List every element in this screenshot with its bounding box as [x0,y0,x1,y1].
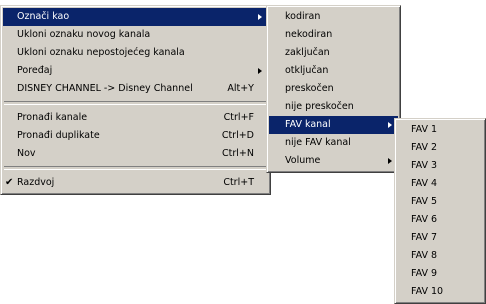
menu-item-label: Pronađi kanale [17,112,88,123]
menu-item-label: kodiran [285,11,321,22]
menu-item-fav-9[interactable]: FAV 9 [397,265,483,283]
menu-item-not-skipped[interactable]: nije preskočen [269,98,398,116]
menu-item-label: Pronađi duplikate [17,130,100,141]
menu-item-fav-1[interactable]: FAV 1 [397,121,483,139]
menu-item-label: Poređaj [17,65,53,76]
menu-item-label: nekodiran [285,29,333,40]
menu-item-unencrypted[interactable]: nekodiran [269,26,398,44]
menu-item-label: FAV kanal [285,119,331,130]
menu-item-sort[interactable]: Poređaj [3,62,268,80]
menu-item-label: FAV 7 [411,232,438,243]
menu-item-remove-nonexistent-mark[interactable]: Ukloni oznaku nepostojećeg kanala [3,44,268,62]
menu-item-label: FAV 5 [411,196,438,207]
menu-item-shortcut: Ctrl+N [222,148,254,159]
menu-item-label: nije preskočen [285,101,354,112]
menu-item-mark-as[interactable]: Označi kao [3,8,268,26]
menu-item-fav-10[interactable]: FAV 10 [397,283,483,301]
fav-channel-submenu: FAV 1 FAV 2 FAV 3 FAV 4 FAV 5 FAV 6 FAV … [394,118,486,304]
menu-item-fav-channel[interactable]: FAV kanal [269,116,398,134]
menu-item-volume[interactable]: Volume [269,152,398,170]
checkmark-icon: ✔ [5,177,14,188]
menu-item-shortcut: Alt+Y [227,83,254,94]
menu-item-fav-5[interactable]: FAV 5 [397,193,483,211]
menu-item-label: DISNEY CHANNEL -> Disney Channel [17,83,193,94]
menu-item-label: otključan [285,65,329,76]
menu-item-fav-3[interactable]: FAV 3 [397,157,483,175]
menu-item-fav-7[interactable]: FAV 7 [397,229,483,247]
menu-item-fav-8[interactable]: FAV 8 [397,247,483,265]
menu-item-label: FAV 8 [411,250,438,261]
menu-item-label: Nov [17,148,36,159]
menu-item-rename-channel[interactable]: DISNEY CHANNEL -> Disney Channel Alt+Y [3,80,268,98]
menu-item-label: FAV 1 [411,124,438,135]
context-menu: Označi kao Ukloni oznaku novog kanala Uk… [0,5,271,195]
menu-item-split[interactable]: ✔ Razdvoj Ctrl+T [3,174,268,192]
submenu-arrow-icon [388,158,392,164]
submenu-arrow-icon [258,14,262,20]
menu-item-shortcut: Ctrl+F [223,112,254,123]
menu-item-label: FAV 6 [411,214,438,225]
menu-item-fav-2[interactable]: FAV 2 [397,139,483,157]
menu-item-shortcut: Ctrl+T [223,177,254,188]
menu-item-find-duplicates[interactable]: Pronađi duplikate Ctrl+D [3,127,268,145]
menu-item-label: FAV 9 [411,268,438,279]
menu-item-locked[interactable]: zaključan [269,44,398,62]
menu-item-remove-new-mark[interactable]: Ukloni oznaku novog kanala [3,26,268,44]
menu-item-label: FAV 4 [411,178,438,189]
menu-separator [4,166,267,170]
menu-item-fav-4[interactable]: FAV 4 [397,175,483,193]
menu-item-fav-6[interactable]: FAV 6 [397,211,483,229]
menu-item-label: nije FAV kanal [285,137,351,148]
menu-item-label: FAV 10 [411,286,444,297]
menu-item-shortcut: Ctrl+D [221,130,254,141]
menu-item-not-fav-channel[interactable]: nije FAV kanal [269,134,398,152]
menu-item-label: FAV 2 [411,142,438,153]
menu-item-new[interactable]: Nov Ctrl+N [3,145,268,163]
menu-separator [4,101,267,105]
menu-item-find-channels[interactable]: Pronađi kanale Ctrl+F [3,109,268,127]
mark-as-submenu: kodiran nekodiran zaključan otključan pr… [266,5,401,173]
menu-item-unlocked[interactable]: otključan [269,62,398,80]
menu-item-label: Volume [285,155,321,166]
menu-item-encrypted[interactable]: kodiran [269,8,398,26]
menu-item-label: Ukloni oznaku novog kanala [17,29,151,40]
submenu-arrow-icon [388,122,392,128]
submenu-arrow-icon [258,68,262,74]
menu-item-label: preskočen [285,83,334,94]
menu-item-label: Razdvoj [17,177,55,188]
menu-item-skipped[interactable]: preskočen [269,80,398,98]
menu-item-label: Ukloni oznaku nepostojećeg kanala [17,47,185,58]
menu-item-label: Označi kao [17,11,70,22]
menu-item-label: zaključan [285,47,330,58]
menu-item-label: FAV 3 [411,160,438,171]
